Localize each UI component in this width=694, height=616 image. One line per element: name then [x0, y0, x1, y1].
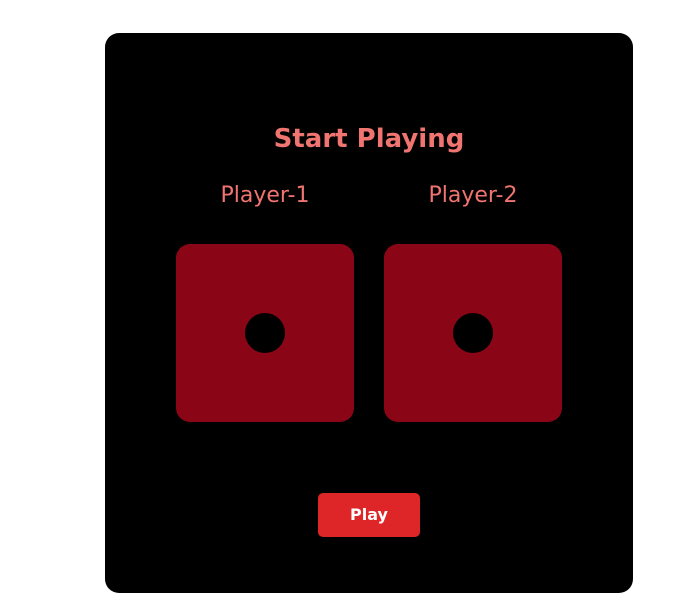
player-2-die-icon — [384, 244, 562, 422]
player-1-name: Player-1 — [220, 183, 310, 208]
player-2-name: Player-2 — [428, 183, 518, 208]
die-pip — [245, 313, 285, 353]
page-title: Start Playing — [273, 124, 465, 154]
player-1-die-icon — [176, 244, 354, 422]
die-pip — [453, 313, 493, 353]
player-1-panel: Player-1 — [176, 181, 354, 422]
game-card: Start Playing Player-1 Player-2 Play — [105, 33, 633, 593]
player-2-panel: Player-2 — [384, 181, 562, 422]
play-button[interactable]: Play — [318, 493, 420, 537]
